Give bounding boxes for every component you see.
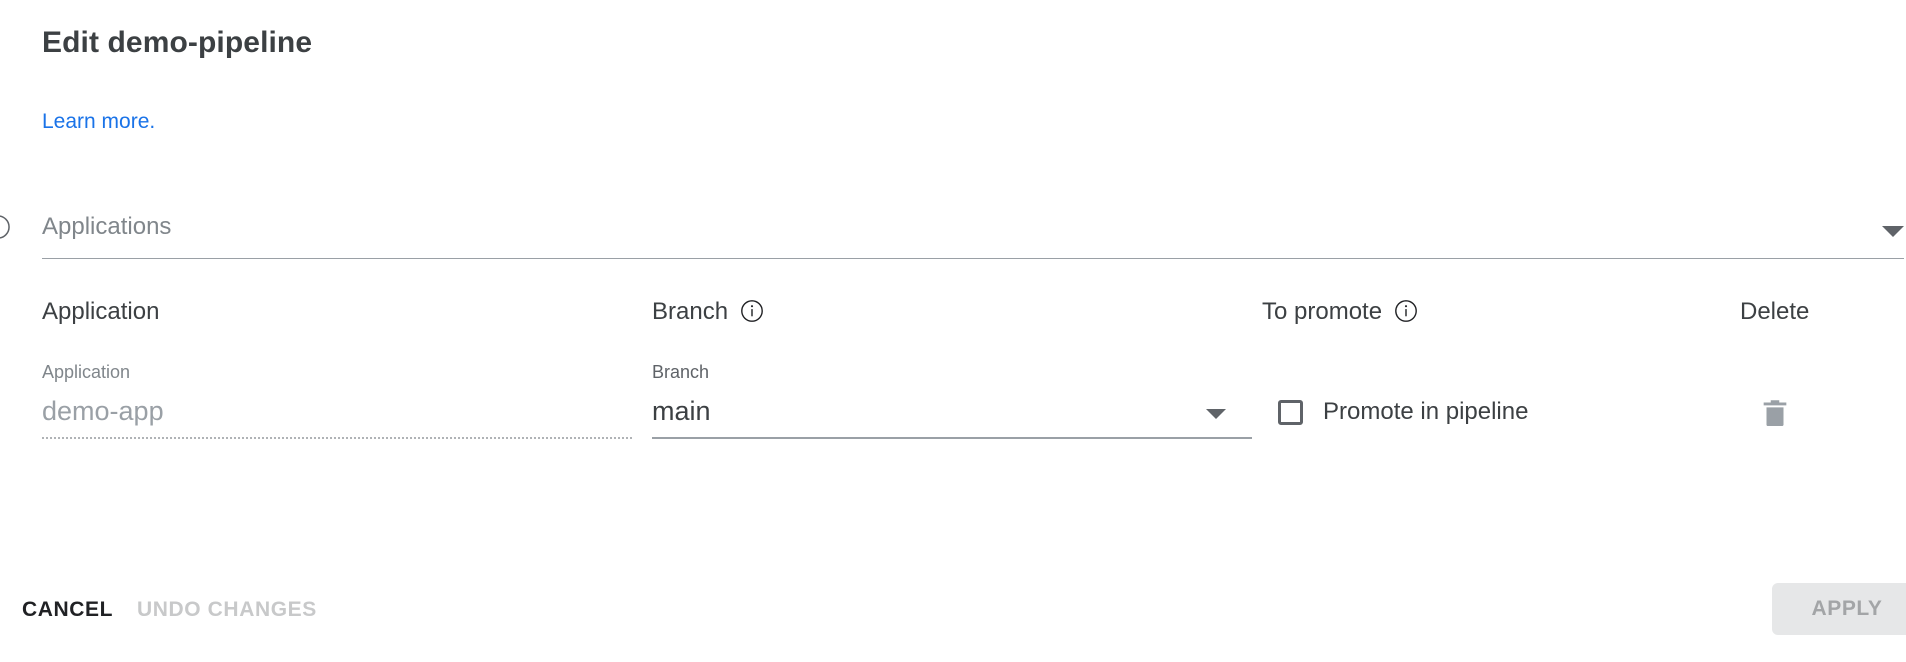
page-title: Edit demo-pipeline — [42, 26, 313, 59]
column-header-branch: Branch — [652, 298, 766, 326]
applications-select[interactable]: Applications — [0, 205, 1904, 259]
checkbox-box[interactable] — [1278, 399, 1303, 425]
promote-in-pipeline-label: Promote in pipeline — [1323, 398, 1529, 425]
chevron-down-icon[interactable] — [1882, 224, 1904, 242]
application-field-underline — [42, 437, 632, 439]
column-header-application: Application — [42, 298, 159, 326]
to-promote-info-circle-icon[interactable] — [1394, 299, 1420, 325]
apply-button[interactable]: APPLY — [1772, 583, 1906, 635]
undo-changes-button[interactable]: UNDO CHANGES — [137, 598, 317, 622]
branch-chevron-down-icon[interactable] — [1206, 406, 1226, 424]
branch-info-circle-icon[interactable] — [740, 299, 766, 325]
application-field-label: Application — [42, 362, 131, 382]
column-header-branch-label: Branch — [652, 298, 729, 325]
learn-more-link[interactable]: Learn more. — [42, 110, 155, 134]
column-header-delete-label: Delete — [1740, 298, 1810, 325]
trash-icon[interactable] — [1758, 396, 1792, 430]
edit-pipeline-dialog: Edit demo-pipeline Learn more. Applicati… — [0, 0, 1906, 662]
applications-select-placeholder: Applications — [42, 213, 172, 240]
branch-field-underline — [652, 437, 1252, 439]
branch-field-value[interactable]: main — [652, 396, 711, 427]
column-header-to-promote-label: To promote — [1262, 298, 1383, 325]
column-header-application-label: Application — [42, 298, 160, 325]
application-field-value: demo-app — [42, 396, 164, 426]
cancel-button[interactable]: CANCEL — [22, 598, 113, 622]
info-circle-icon[interactable] — [0, 214, 11, 240]
column-header-to-promote: To promote — [1262, 298, 1420, 326]
applications-select-underline — [42, 257, 1904, 259]
promote-in-pipeline-checkbox[interactable]: Promote in pipeline — [1278, 398, 1528, 426]
branch-field-label: Branch — [652, 362, 710, 382]
column-header-delete: Delete — [1740, 298, 1809, 326]
